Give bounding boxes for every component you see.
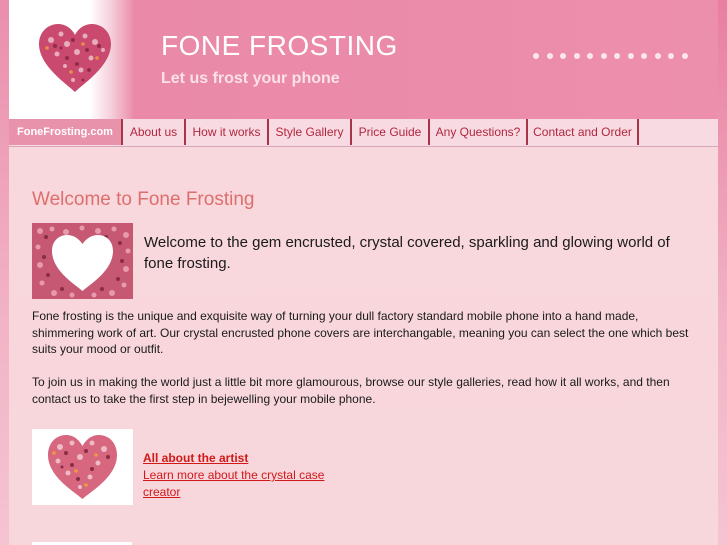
description-paragraph: Fone frosting is the unique and exquisit… xyxy=(32,309,689,356)
nav-item-how-it-works[interactable]: How it works xyxy=(186,119,269,145)
nav-item-contact-order[interactable]: Contact and Order xyxy=(528,119,639,145)
join-us-paragraph: To join us in making the world just a li… xyxy=(32,375,670,406)
site-header: FONE FROSTING Let us frost your phone xyxy=(9,0,718,119)
decorative-dots xyxy=(533,53,688,59)
heart-frame-image xyxy=(32,223,133,299)
logo[interactable] xyxy=(9,0,133,119)
crystal-case-creator-link[interactable]: Learn more about the crystal case creato… xyxy=(143,467,343,500)
page-background-right xyxy=(718,0,727,545)
artist-heart-image[interactable] xyxy=(32,429,133,505)
nav-item-home[interactable]: FoneFrosting.com xyxy=(9,119,123,145)
page-background-left xyxy=(0,0,9,545)
nav-item-any-questions[interactable]: Any Questions? xyxy=(430,119,528,145)
nav-item-style-gallery[interactable]: Style Gallery xyxy=(269,119,352,145)
site-title: FONE FROSTING xyxy=(161,30,398,61)
intro-text: Welcome to the gem encrusted, crystal co… xyxy=(144,234,670,272)
artist-link[interactable]: All about the artist xyxy=(143,451,248,465)
main-content: Welcome to Fone Frosting Welcome to the … xyxy=(9,147,718,545)
nav-item-about-us[interactable]: About us xyxy=(123,119,186,145)
page-title: Welcome to Fone Frosting xyxy=(32,189,255,210)
main-nav: FoneFrosting.com About us How it works S… xyxy=(9,119,718,147)
site-tagline: Let us frost your phone xyxy=(161,70,340,87)
nav-item-price-guide[interactable]: Price Guide xyxy=(352,119,430,145)
heart-gems-icon xyxy=(39,24,111,92)
